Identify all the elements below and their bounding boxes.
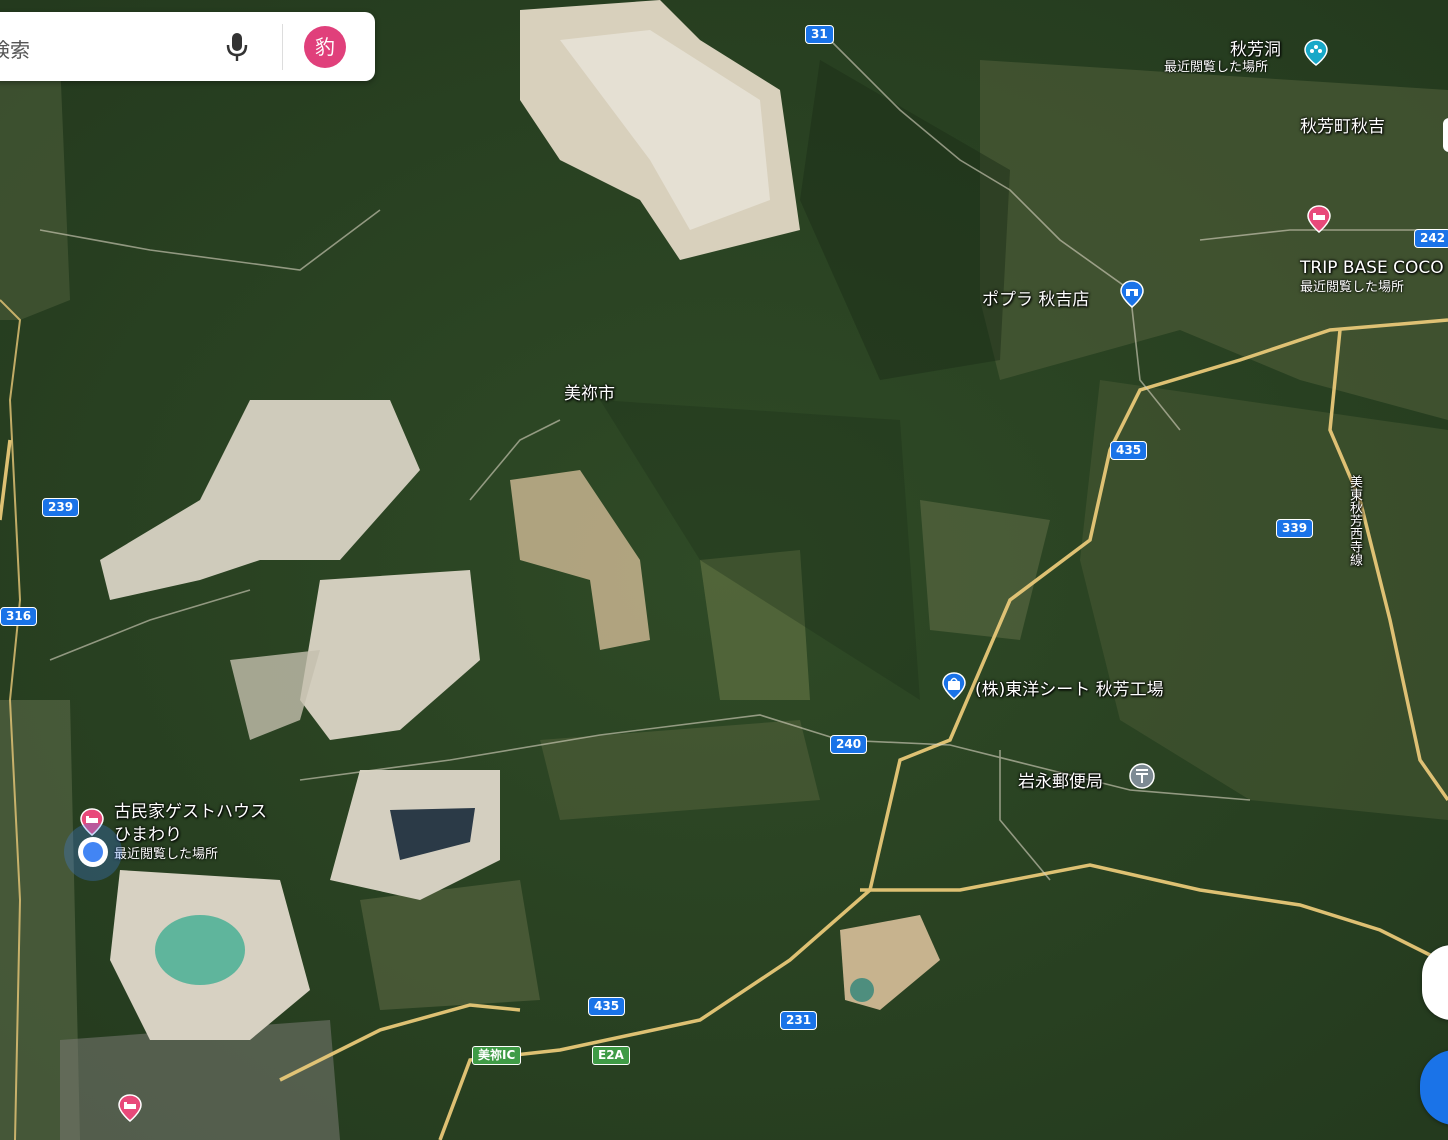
place-akiyoshido-sub: 最近閲覧した場所 <box>1164 60 1269 75</box>
map-control-button[interactable] <box>1443 118 1448 152</box>
place-trip-base-name[interactable]: TRIP BASE COCO <box>1300 258 1444 278</box>
route-shield: 240 <box>830 735 868 754</box>
route-shield: 435 <box>1110 441 1148 460</box>
hotel-icon[interactable] <box>116 1094 144 1122</box>
hotel-icon[interactable] <box>1305 205 1333 233</box>
expressway-ic-label: 美祢IC <box>472 1046 522 1065</box>
route-shield: 316 <box>0 607 38 626</box>
place-guesthouse-sub: 最近閲覧した場所 <box>114 847 219 862</box>
place-akiyoshido-name[interactable]: 秋芳洞 <box>1230 40 1281 60</box>
route-shield: 242 <box>1414 229 1448 248</box>
search-input[interactable]: 検索 <box>0 34 30 63</box>
place-guesthouse-name-1[interactable]: 古民家ゲストハウス <box>114 802 267 822</box>
route-shield: 239 <box>42 498 80 517</box>
expressway-shield: E2A <box>592 1046 630 1065</box>
route-shield: 231 <box>780 1011 818 1030</box>
place-guesthouse-name-2[interactable]: ひまわり <box>114 825 182 845</box>
place-toyo-sheet-name[interactable]: (株)東洋シート 秋芳工場 <box>975 680 1164 700</box>
cave-icon[interactable] <box>1302 38 1330 66</box>
place-trip-base-sub: 最近閲覧した場所 <box>1300 280 1405 295</box>
city-label: 美祢市 <box>564 384 615 404</box>
place-iwanaga-post-name[interactable]: 岩永郵便局 <box>1018 772 1103 792</box>
shopping-icon[interactable] <box>940 672 968 700</box>
route-shield: 339 <box>1276 519 1314 538</box>
hotel-icon[interactable] <box>78 808 106 836</box>
post-office-icon[interactable] <box>1128 762 1156 790</box>
search-bar[interactable]: 検索 豹 <box>0 12 375 81</box>
road-name-label: 美東秋芳西寺線 <box>1347 475 1362 566</box>
route-shield: 31 <box>805 25 834 44</box>
satellite-map[interactable] <box>0 0 1448 1140</box>
route-shield: 435 <box>588 997 626 1016</box>
mic-icon[interactable] <box>222 30 252 64</box>
place-popla-name[interactable]: ポプラ 秋吉店 <box>982 290 1089 310</box>
my-location-icon <box>78 837 108 867</box>
divider <box>282 24 283 70</box>
convenience-store-icon[interactable] <box>1118 280 1146 308</box>
avatar[interactable]: 豹 <box>304 26 346 68</box>
place-akiyoshi-town: 秋芳町秋吉 <box>1300 117 1385 137</box>
